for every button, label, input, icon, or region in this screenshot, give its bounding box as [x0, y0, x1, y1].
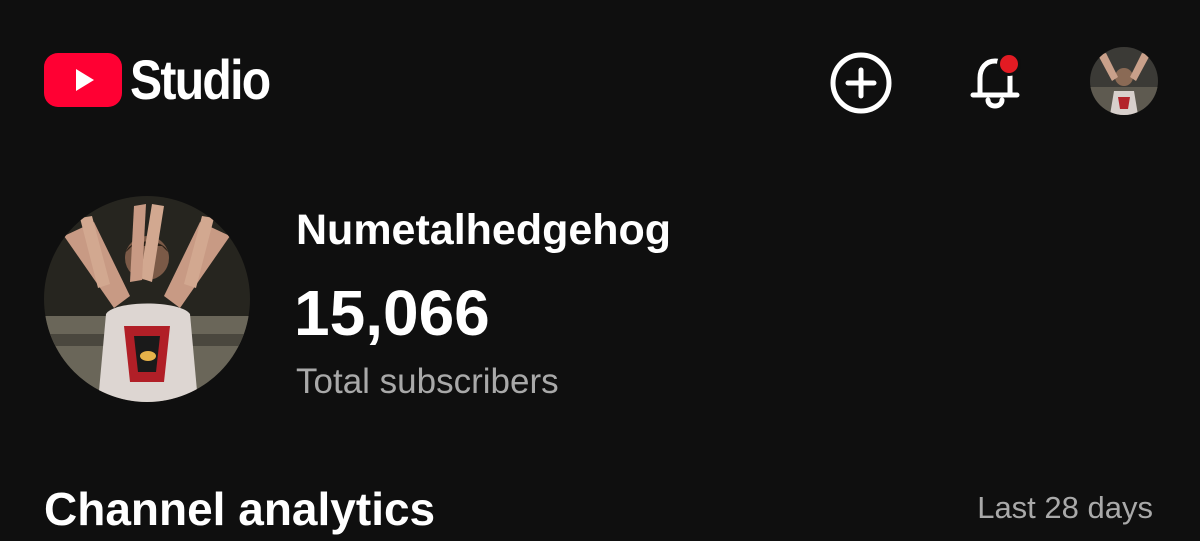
- account-avatar[interactable]: [1090, 47, 1158, 115]
- subscriber-count: 15,066: [294, 277, 490, 349]
- youtube-studio-logo[interactable]: Studio: [44, 52, 292, 108]
- channel-name: Numetalhedgehog: [296, 206, 672, 254]
- youtube-play-icon: [44, 53, 122, 107]
- create-button[interactable]: [828, 50, 894, 116]
- plus-circle-icon: [830, 52, 892, 114]
- channel-analytics-title: Channel analytics: [44, 483, 436, 535]
- date-range-selector[interactable]: Last 28 days: [977, 490, 1153, 526]
- logo-text: Studio: [130, 48, 271, 111]
- notifications-button[interactable]: [962, 48, 1028, 114]
- studio-dashboard: Studio Numetalhedgehog 15,066 Total subs…: [0, 0, 1200, 541]
- channel-avatar[interactable]: [44, 196, 250, 402]
- account-avatar-image: [1090, 47, 1158, 115]
- subscriber-label: Total subscribers: [296, 362, 559, 401]
- notification-dot: [1000, 55, 1018, 73]
- channel-avatar-image: [44, 196, 250, 402]
- bell-icon: [970, 52, 1021, 109]
